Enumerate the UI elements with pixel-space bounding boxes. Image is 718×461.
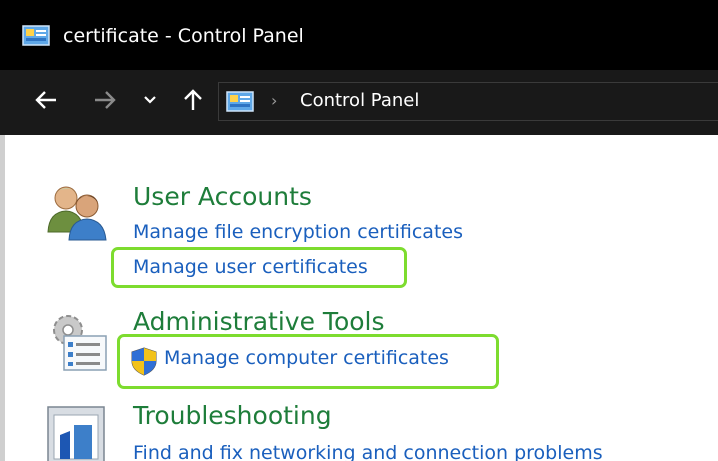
- link-manage-user-certificates[interactable]: Manage user certificates: [133, 254, 368, 280]
- category-title-troubleshooting[interactable]: Troubleshooting: [133, 400, 332, 432]
- breadcrumb-control-panel[interactable]: Control Panel: [300, 88, 419, 114]
- title-bar: certificate - Control Panel: [0, 0, 718, 70]
- forward-arrow-icon[interactable]: [88, 84, 122, 116]
- link-find-and-fix-networking-problems[interactable]: Find and fix networking and connection p…: [133, 440, 603, 461]
- window-border: [0, 135, 5, 461]
- admin-tools-icon: [46, 312, 110, 378]
- address-bar[interactable]: › Control Panel: [218, 82, 718, 121]
- control-panel-icon: [22, 24, 50, 52]
- breadcrumb-separator: ›: [271, 91, 278, 110]
- troubleshooting-icon: [44, 405, 108, 461]
- link-manage-computer-certificates[interactable]: Manage computer certificates: [164, 345, 449, 371]
- users-icon: [44, 180, 110, 246]
- navigation-bar: › Control Panel: [0, 70, 718, 135]
- control-panel-icon: [226, 91, 254, 117]
- back-arrow-icon[interactable]: [29, 84, 63, 116]
- chevron-down-icon[interactable]: [136, 84, 164, 116]
- category-title-user-accounts[interactable]: User Accounts: [133, 181, 312, 213]
- control-panel-window: certificate - Control Panel › Control Pa…: [0, 0, 718, 461]
- shield-icon: [129, 346, 159, 380]
- window-title: certificate - Control Panel: [63, 25, 304, 47]
- link-manage-file-encryption-certificates[interactable]: Manage file encryption certificates: [133, 219, 463, 245]
- up-arrow-icon[interactable]: [176, 84, 210, 116]
